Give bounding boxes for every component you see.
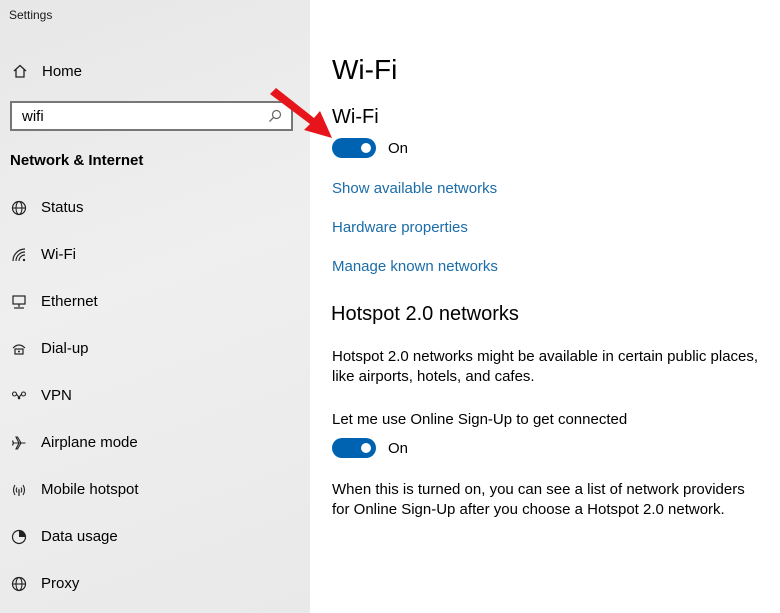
- wifi-toggle-row: On: [332, 138, 408, 158]
- home-nav-item[interactable]: Home: [10, 60, 82, 82]
- sidebar-item-label: Ethernet: [41, 293, 98, 310]
- show-available-networks-link[interactable]: Show available networks: [332, 180, 497, 197]
- red-arrow-annotation: [270, 88, 332, 138]
- sidebar-item-label: Airplane mode: [41, 434, 138, 451]
- sidebar-item-mobile-hotspot[interactable]: Mobile hotspot: [0, 466, 310, 513]
- sidebar-item-label: Status: [41, 199, 84, 216]
- section-title: Network & Internet: [10, 152, 144, 169]
- sidebar-item-proxy[interactable]: Proxy: [0, 560, 310, 607]
- hotspot-section-title: Hotspot 2.0 networks: [331, 303, 519, 325]
- sidebar-item-label: Wi-Fi: [41, 246, 76, 263]
- sidebar-item-wifi[interactable]: Wi-Fi: [0, 231, 310, 278]
- sidebar-nav: Status Wi-Fi Ethernet Dial-up VPN Airpla…: [0, 184, 310, 607]
- search-box[interactable]: [10, 101, 293, 131]
- main-content: Wi-Fi Wi-Fi On Show available networks H…: [310, 0, 780, 613]
- airplane-icon: [10, 434, 28, 452]
- sidebar-item-label: VPN: [41, 387, 72, 404]
- online-signup-toggle-state: On: [388, 439, 409, 457]
- hotspot-description: Hotspot 2.0 networks might be available …: [332, 348, 759, 385]
- sidebar-item-dialup[interactable]: Dial-up: [0, 325, 310, 372]
- sidebar-item-label: Dial-up: [41, 340, 89, 357]
- home-label: Home: [42, 62, 83, 80]
- wifi-toggle-state: On: [388, 139, 409, 157]
- hardware-properties-link[interactable]: Hardware properties: [332, 219, 468, 236]
- manage-known-networks-link[interactable]: Manage known networks: [332, 258, 498, 275]
- sidebar-item-vpn[interactable]: VPN: [0, 372, 310, 419]
- proxy-globe-icon: [10, 575, 28, 593]
- online-signup-toggle-row: On: [332, 438, 408, 458]
- vpn-icon: [10, 387, 28, 405]
- sidebar-item-data-usage[interactable]: Data usage: [0, 513, 310, 560]
- toggle-knob: [361, 143, 371, 153]
- online-signup-label: Let me use Online Sign-Up to get connect…: [332, 411, 628, 428]
- search-input[interactable]: [12, 103, 263, 129]
- sidebar-item-status[interactable]: Status: [0, 184, 310, 231]
- sidebar-item-label: Data usage: [41, 528, 118, 545]
- online-signup-note: When this is turned on, you can see a li…: [332, 481, 745, 518]
- home-icon: [10, 61, 30, 81]
- data-usage-icon: [10, 528, 28, 546]
- page-title: Wi-Fi: [332, 54, 398, 85]
- wifi-icon: [10, 246, 28, 264]
- globe-icon: [10, 199, 28, 217]
- sidebar-item-ethernet[interactable]: Ethernet: [0, 278, 310, 325]
- sidebar-item-airplane-mode[interactable]: Airplane mode: [0, 419, 310, 466]
- app-title: Settings: [9, 8, 53, 22]
- ethernet-icon: [10, 293, 28, 311]
- online-signup-toggle[interactable]: [332, 438, 376, 458]
- settings-window: Settings Home Network & Internet Status: [0, 0, 780, 613]
- sidebar-item-label: Proxy: [41, 575, 80, 592]
- sidebar-item-label: Mobile hotspot: [41, 481, 139, 498]
- toggle-knob: [361, 443, 371, 453]
- dialup-icon: [10, 340, 28, 358]
- hotspot-icon: [10, 481, 28, 499]
